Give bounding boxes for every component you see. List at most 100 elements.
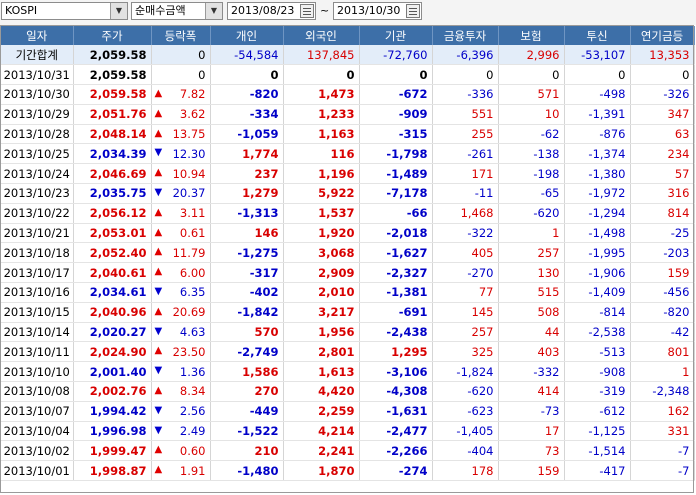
market-select[interactable]: KOSPI ▼ <box>1 2 128 20</box>
change-value: 13.75 <box>172 127 206 142</box>
inst-cell: -274 <box>359 460 433 482</box>
calendar-icon[interactable] <box>406 4 420 18</box>
table-row[interactable]: 2013/10/17 2,040.61 ▲ 6.00 -317 2,909 -2,327 -2… <box>1 262 695 284</box>
change-cell: ▼ 2.56 <box>151 401 211 422</box>
table-row[interactable]: 2013/10/07 1,994.42 ▼ 2.56 -449 2,259 -1,631 -6… <box>1 401 695 422</box>
summary-foreign: 137,845 <box>283 45 360 66</box>
indiv-cell: 270 <box>210 381 284 402</box>
chevron-down-icon[interactable]: ▼ <box>205 3 222 19</box>
date-cell: 2013/10/10 <box>1 361 74 383</box>
inst-cell: -909 <box>359 104 433 125</box>
price-cell: 2,053.01 <box>73 223 152 244</box>
price-cell: 2,001.40 <box>73 361 152 383</box>
table-row[interactable]: 2013/10/15 2,040.96 ▲ 20.69 -1,842 3,217 -691 1… <box>1 302 695 323</box>
fin-cell: -11 <box>432 183 499 204</box>
ins-cell: -620 <box>498 203 565 224</box>
table-row[interactable]: 2013/10/11 2,024.90 ▲ 23.50 -2,749 2,801 1,295… <box>1 341 695 363</box>
change-value: 6.35 <box>179 285 206 300</box>
change-cell: ▼ 4.63 <box>151 322 211 343</box>
date-cell: 2013/10/29 <box>1 104 74 125</box>
change-value: 7.82 <box>179 87 206 102</box>
trust-cell: -908 <box>564 361 631 383</box>
table-row[interactable]: 2013/10/04 1,996.98 ▼ 2.49 -1,522 4,214 -2,477… <box>1 421 695 442</box>
mode-select[interactable]: 순매수금액 ▼ <box>131 2 223 20</box>
foreign-cell: 1,473 <box>283 84 360 105</box>
change-cell: ▲ 10.94 <box>151 163 211 185</box>
pension-cell: 234 <box>630 143 695 165</box>
date-from-field[interactable]: 2013/08/23 <box>227 2 316 20</box>
table-row[interactable]: 2013/10/01 1,998.87 ▲ 1.91 -1,480 1,870 -274 17… <box>1 460 695 482</box>
pension-cell: 801 <box>630 341 695 363</box>
indiv-cell: -449 <box>210 401 284 422</box>
table-row[interactable]: 2013/10/31 2,059.58 0 0 0 0 0 0 0 0 <box>1 64 695 86</box>
column-header[interactable]: 금융투자 <box>432 26 499 45</box>
column-header[interactable]: 기관 <box>359 26 433 45</box>
pension-cell: -7 <box>630 440 695 462</box>
summary-price: 2,059.58 <box>73 45 152 66</box>
table-row[interactable]: 2013/10/10 2,001.40 ▼ 1.36 1,586 1,613 -3,106-… <box>1 361 695 383</box>
table-row[interactable]: 2013/10/21 2,053.01 ▲ 0.61 146 1,920 -2,018 -32… <box>1 223 695 244</box>
indiv-cell: 0 <box>210 64 284 86</box>
chevron-down-icon[interactable]: ▼ <box>110 3 127 19</box>
indiv-cell: 237 <box>210 163 284 185</box>
table-row[interactable]: 2013/10/14 2,020.27 ▼ 4.63 570 1,956 -2,438 257… <box>1 322 695 343</box>
column-header[interactable]: 등락폭 <box>151 26 211 45</box>
down-triangle-icon: ▼ <box>154 325 163 337</box>
pension-cell: 347 <box>630 104 695 125</box>
down-triangle-icon: ▼ <box>154 187 163 199</box>
date-cell: 2013/10/23 <box>1 183 74 204</box>
date-cell: 2013/10/01 <box>1 460 74 482</box>
foreign-cell: 5,922 <box>283 183 360 204</box>
fin-cell: 77 <box>432 282 499 303</box>
table-row[interactable]: 2013/10/24 2,046.69 ▲ 10.94 237 1,196 -1,489 17… <box>1 163 695 185</box>
price-cell: 2,059.58 <box>73 84 152 105</box>
table-row[interactable]: 2013/10/08 2,002.76 ▲ 8.34 270 4,420 -4,308 -62… <box>1 381 695 402</box>
calendar-icon[interactable] <box>300 4 314 18</box>
column-header[interactable]: 보험 <box>498 26 565 45</box>
trust-cell: -1,498 <box>564 223 631 244</box>
pension-cell: 63 <box>630 124 695 145</box>
up-triangle-icon: ▲ <box>154 226 163 238</box>
summary-ins: 2,996 <box>498 45 565 66</box>
column-header[interactable]: 투신 <box>564 26 631 45</box>
column-header[interactable]: 연기금등 <box>630 26 695 45</box>
table-row[interactable]: 2013/10/28 2,048.14 ▲ 13.75 -1,059 1,163 -315 2… <box>1 124 695 145</box>
date-cell: 2013/10/21 <box>1 223 74 244</box>
up-triangle-icon: ▲ <box>154 385 163 397</box>
trust-cell: 0 <box>564 64 631 86</box>
change-cell: ▲ 6.00 <box>151 262 211 284</box>
table-row[interactable]: 2013/10/30 2,059.58 ▲ 7.82 -820 1,473 -672 -336… <box>1 84 695 105</box>
change-value: 10.94 <box>172 166 206 181</box>
table-row[interactable]: 2013/10/02 1,999.47 ▲ 0.60 210 2,241 -2,266 -40… <box>1 440 695 462</box>
up-triangle-icon: ▲ <box>154 88 163 100</box>
fin-cell: 255 <box>432 124 499 145</box>
column-header[interactable]: 개인 <box>210 26 284 45</box>
indiv-cell: 1,279 <box>210 183 284 204</box>
column-header[interactable]: 외국인 <box>283 26 360 45</box>
ins-cell: 257 <box>498 242 565 264</box>
table-row[interactable]: 2013/10/18 2,052.40 ▲ 11.79 -1,275 3,068 -1,62… <box>1 242 695 264</box>
foreign-cell: 1,233 <box>283 104 360 125</box>
column-header[interactable]: 주가 <box>73 26 152 45</box>
down-triangle-icon: ▼ <box>154 147 163 159</box>
table-row[interactable]: 2013/10/22 2,056.12 ▲ 3.11 -1,313 1,537 -66 1,4… <box>1 203 695 224</box>
table-row[interactable]: 2013/10/25 2,034.39 ▼ 12.30 1,774 116 -1,798 -2… <box>1 143 695 165</box>
column-header[interactable]: 일자 <box>1 26 74 45</box>
fin-cell: -270 <box>432 262 499 284</box>
table-row[interactable]: 2013/10/29 2,051.76 ▲ 3.62 -334 1,233 -909 551 1… <box>1 104 695 125</box>
table-row[interactable]: 2013/10/16 2,034.61 ▼ 6.35 -402 2,010 -1,381 77… <box>1 282 695 303</box>
table-row[interactable]: 2013/10/23 2,035.75 ▼ 20.37 1,279 5,922 -7,178… <box>1 183 695 204</box>
change-cell: ▼ 2.49 <box>151 421 211 442</box>
indiv-cell: 210 <box>210 440 284 462</box>
date-to-field[interactable]: 2013/10/30 <box>333 2 422 20</box>
inst-cell: -3,106 <box>359 361 433 383</box>
inst-cell: -315 <box>359 124 433 145</box>
foreign-cell: 2,801 <box>283 341 360 363</box>
summary-fin: -6,396 <box>432 45 499 66</box>
summary-row[interactable]: 기간합계 2,059.58 0 -54,584 137,845 -72,760 … <box>1 45 695 66</box>
change-value: 4.63 <box>179 325 206 340</box>
change-cell: ▲ 8.34 <box>151 381 211 402</box>
change-value: 0 <box>198 67 206 82</box>
foreign-cell: 2,010 <box>283 282 360 303</box>
trust-cell: -1,995 <box>564 242 631 264</box>
